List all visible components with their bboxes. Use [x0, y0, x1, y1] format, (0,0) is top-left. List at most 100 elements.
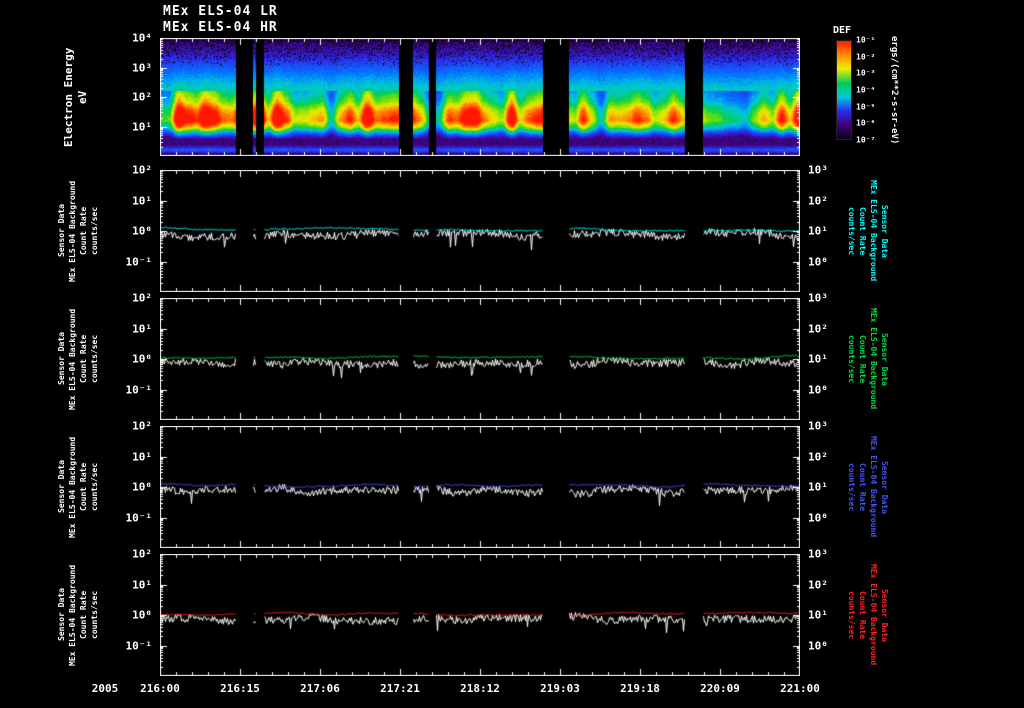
x-axis-tick-label: 216:00: [140, 682, 180, 695]
panel-4-left-axis-label: Sensor Data MEx ELS-04 Background Count Ra…: [56, 554, 100, 676]
panel-1-left-axis-label: Sensor Data MEx ELS-04 Background Count Ra…: [56, 170, 100, 292]
panel-4-y-tick-label-right: 10¹: [808, 608, 828, 622]
axis-label-line: MEx ELS-04 Background: [68, 564, 77, 666]
electron-energy-label: Electron Energy: [62, 47, 75, 147]
panel-3-y-tick-label-left: 10²: [132, 419, 152, 433]
panel-4-y-tick-label-right: 10³: [808, 547, 828, 561]
panel-2-left-axis-label: Sensor Data MEx ELS-04 Background Count Ra…: [56, 298, 100, 420]
axis-label-line: Count Rate: [79, 334, 88, 384]
panel-3-y-tick-label-left: 10⁻¹: [125, 511, 153, 524]
panel-1-y-tick-label-left: 10¹: [132, 194, 152, 207]
axis-label-line: Count Rate: [79, 206, 88, 256]
colorbar-tick-label: 10⁻⁶: [856, 118, 876, 128]
colorbar-tick-label: 10⁻⁷: [856, 135, 876, 145]
axis-label-line: Count Rate: [858, 206, 867, 256]
colorbar-tick-label: 10⁻⁴: [856, 85, 876, 95]
colorbar-units-label: ergs/(cm**2-s-sr-eV): [889, 35, 899, 145]
count-rate-panel-3-canvas: [160, 426, 800, 548]
axis-label-line: Sensor Data: [57, 204, 66, 258]
colorbar-tick-label: 10⁻²: [856, 52, 876, 62]
panel-2-y-tick-label-right: 10¹: [808, 352, 828, 366]
panel-3-y-tick-label-left: 10¹: [132, 450, 152, 463]
panel-1-y-tick-label-left: 10⁻¹: [125, 255, 153, 268]
panel-4-right-axis-label: Sensor Data MEx ELS-04 Background Count Ra…: [846, 554, 890, 676]
count-rate-panel-2-canvas: [160, 298, 800, 420]
spectrogram-y-tick-label: 10²: [132, 90, 152, 104]
count-rate-panel-1-canvas: [160, 170, 800, 292]
panel-1-y-tick-label-right: 10⁰: [808, 255, 828, 268]
panel-3-left-axis-label: Sensor Data MEx ELS-04 Background Count Ra…: [56, 426, 100, 548]
colorbar-tick-label: 10⁻⁵: [856, 102, 876, 112]
axis-label-line: Count Rate: [858, 462, 867, 512]
axis-label-line: Sensor Data: [57, 332, 66, 386]
axis-label-line: counts/sec: [90, 590, 99, 640]
axis-label-line: Sensor Data: [57, 588, 66, 642]
axis-label-line: MEx ELS-04 Background: [68, 308, 77, 410]
spectrogram-y-axis-label: Electron Energy eV: [62, 38, 90, 156]
axis-label-line: counts/sec: [90, 206, 99, 256]
year-label: 2005: [91, 682, 119, 695]
plot-title-lr: MEx ELS-04 LR: [163, 4, 278, 19]
spectrogram-y-tick-label: 10³: [132, 61, 152, 74]
panel-1-y-tick-label-right: 10¹: [808, 224, 828, 238]
x-axis-tick-label: 216:15: [220, 682, 260, 695]
panel-2-y-tick-label-right: 10⁰: [808, 383, 828, 396]
panel-2-y-tick-label-left: 10²: [132, 291, 152, 305]
colorbar-tick-label: 10⁻³: [856, 68, 876, 78]
x-axis-tick-label: 217:21: [380, 682, 420, 695]
panel-1-y-tick-label-right: 10²: [808, 194, 828, 207]
panel-3-y-tick-label-right: 10³: [808, 419, 828, 433]
axis-label-line: counts/sec: [90, 462, 99, 512]
ev-unit-label: eV: [76, 90, 89, 104]
panel-4-y-tick-label-left: 10²: [132, 547, 152, 561]
panel-4-y-tick-label-left: 10⁰: [132, 608, 152, 622]
panel-4-y-tick-label-left: 10⁻¹: [125, 639, 153, 652]
axis-label-line: counts/sec: [847, 590, 856, 640]
x-axis-tick-label: 218:12: [460, 682, 500, 695]
panel-2-y-tick-label-left: 10¹: [132, 322, 152, 335]
panel-2-y-tick-label-right: 10²: [808, 322, 828, 335]
axis-label-line: Sensor Data: [880, 204, 889, 258]
panel-4-y-tick-label-right: 10⁰: [808, 639, 828, 652]
axis-label-line: MEx ELS-04 Background: [869, 564, 878, 666]
x-axis-tick-label: 220:09: [700, 682, 740, 695]
mex-els-figure: MEx ELS-04 LR MEx ELS-04 HR Electron Ene…: [0, 0, 1024, 708]
axis-label-line: Count Rate: [858, 590, 867, 640]
spectrogram-y-tick-label: 10⁴: [132, 31, 152, 45]
axis-label-line: Count Rate: [79, 590, 88, 640]
panel-2-y-tick-label-left: 10⁻¹: [125, 383, 153, 396]
panel-3-right-axis-label: Sensor Data MEx ELS-04 Background Count Ra…: [846, 426, 890, 548]
axis-label-line: Sensor Data: [880, 460, 889, 514]
panel-1-right-axis-label: Sensor Data MEx ELS-04 Background Count Ra…: [846, 170, 890, 292]
colorbar-gradient: [836, 40, 852, 140]
panel-2-right-axis-label: Sensor Data MEx ELS-04 Background Count Ra…: [846, 298, 890, 420]
colorbar-tick-label: 10⁻¹: [856, 35, 876, 45]
axis-label-line: MEx ELS-04 Background: [68, 180, 77, 282]
x-axis-tick-label: 219:03: [540, 682, 580, 695]
axis-label-line: Sensor Data: [880, 332, 889, 386]
axis-label-line: counts/sec: [90, 334, 99, 384]
panel-1-y-tick-label-right: 10³: [808, 163, 828, 177]
panel-3-y-tick-label-left: 10⁰: [132, 480, 152, 494]
axis-label-line: Count Rate: [858, 334, 867, 384]
spectrogram-y-tick-label: 10¹: [132, 120, 152, 133]
panel-2-y-tick-label-right: 10³: [808, 291, 828, 305]
panel-2-y-tick-label-left: 10⁰: [132, 352, 152, 366]
panel-3-y-tick-label-right: 10⁰: [808, 511, 828, 524]
axis-label-line: Count Rate: [79, 462, 88, 512]
panel-4-y-tick-label-right: 10²: [808, 578, 828, 591]
x-axis-tick-label: 221:00: [780, 682, 820, 695]
panel-1-y-tick-label-left: 10⁰: [132, 224, 152, 238]
axis-label-line: counts/sec: [847, 462, 856, 512]
panel-3-y-tick-label-right: 10²: [808, 450, 828, 463]
x-axis-tick-label: 217:06: [300, 682, 340, 695]
plot-title-hr: MEx ELS-04 HR: [163, 20, 278, 35]
panel-3-y-tick-label-right: 10¹: [808, 480, 828, 494]
axis-label-line: MEx ELS-04 Background: [869, 180, 878, 282]
panel-4-y-tick-label-left: 10¹: [132, 578, 152, 591]
axis-label-line: MEx ELS-04 Background: [869, 308, 878, 410]
axis-label-line: counts/sec: [847, 206, 856, 256]
axis-label-line: Sensor Data: [880, 588, 889, 642]
spectrogram-canvas: [160, 38, 800, 156]
panel-1-y-tick-label-left: 10²: [132, 163, 152, 177]
